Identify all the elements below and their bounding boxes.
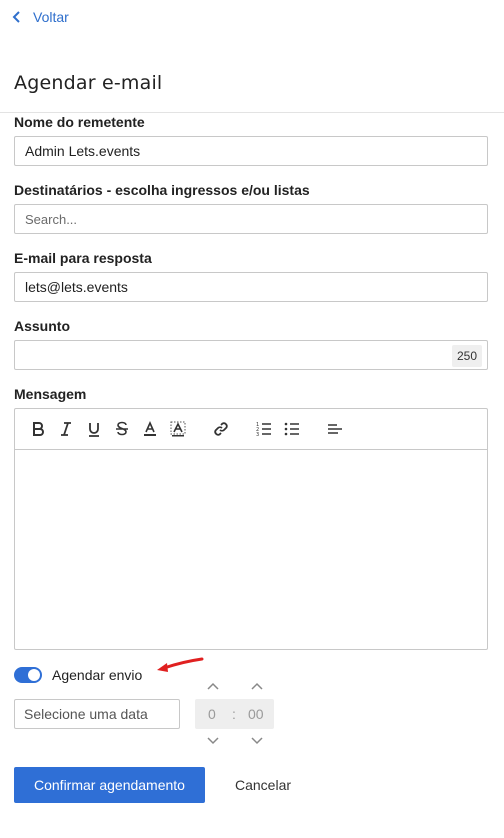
minute-up-chevron-icon[interactable] — [250, 681, 264, 691]
time-picker: 0 : 00 — [195, 699, 274, 729]
minute-down-chevron-icon[interactable] — [250, 736, 264, 746]
sender-input[interactable]: Admin Lets.events — [14, 136, 488, 166]
bullet-list-icon[interactable] — [283, 420, 301, 438]
editor-toolbar: 123 — [15, 409, 487, 450]
ordered-list-icon[interactable]: 123 — [255, 420, 273, 438]
date-picker-input[interactable]: Selecione uma data — [14, 699, 180, 729]
strikethrough-icon[interactable] — [113, 420, 131, 438]
svg-text:3: 3 — [256, 432, 259, 437]
recipients-search-input[interactable]: Search... — [14, 204, 488, 234]
minute-value[interactable]: 00 — [248, 706, 264, 722]
font-color-icon[interactable] — [141, 420, 159, 438]
back-label: Voltar — [33, 9, 69, 25]
italic-icon[interactable] — [57, 420, 75, 438]
time-separator: : — [232, 706, 236, 722]
toggle-knob — [28, 669, 40, 681]
reply-to-value: lets@lets.events — [25, 279, 128, 295]
underline-icon[interactable] — [85, 420, 103, 438]
hour-value[interactable]: 0 — [208, 706, 216, 722]
date-placeholder: Selecione uma data — [24, 706, 148, 722]
annotation-arrow-icon — [157, 657, 204, 672]
align-left-icon[interactable] — [326, 420, 344, 438]
highlight-icon[interactable] — [169, 420, 187, 438]
header-divider — [0, 112, 504, 113]
reply-to-label: E-mail para resposta — [14, 250, 152, 266]
reply-to-input[interactable]: lets@lets.events — [14, 272, 488, 302]
subject-input[interactable]: 250 — [14, 340, 488, 370]
subject-char-counter: 250 — [451, 345, 482, 367]
link-icon[interactable] — [212, 420, 230, 438]
sender-label: Nome do remetente — [14, 114, 145, 130]
bold-icon[interactable] — [29, 420, 47, 438]
hour-up-chevron-icon[interactable] — [206, 681, 220, 691]
recipients-placeholder: Search... — [25, 211, 78, 227]
sender-value: Admin Lets.events — [25, 143, 141, 159]
message-label: Mensagem — [14, 386, 87, 402]
hour-down-chevron-icon[interactable] — [206, 736, 220, 746]
schedule-toggle-label: Agendar envio — [52, 667, 143, 683]
message-body[interactable] — [15, 450, 487, 649]
schedule-toggle[interactable] — [14, 667, 42, 683]
back-link[interactable]: Voltar — [12, 7, 69, 27]
message-editor[interactable]: 123 — [14, 408, 488, 650]
page-title: Agendar e-mail — [14, 72, 163, 94]
cancel-button[interactable]: Cancelar — [235, 777, 291, 793]
confirm-schedule-button[interactable]: Confirmar agendamento — [14, 767, 205, 803]
recipients-label: Destinatários - escolha ingressos e/ou l… — [14, 182, 310, 198]
chevron-left-icon — [12, 11, 20, 23]
subject-label: Assunto — [14, 318, 70, 334]
